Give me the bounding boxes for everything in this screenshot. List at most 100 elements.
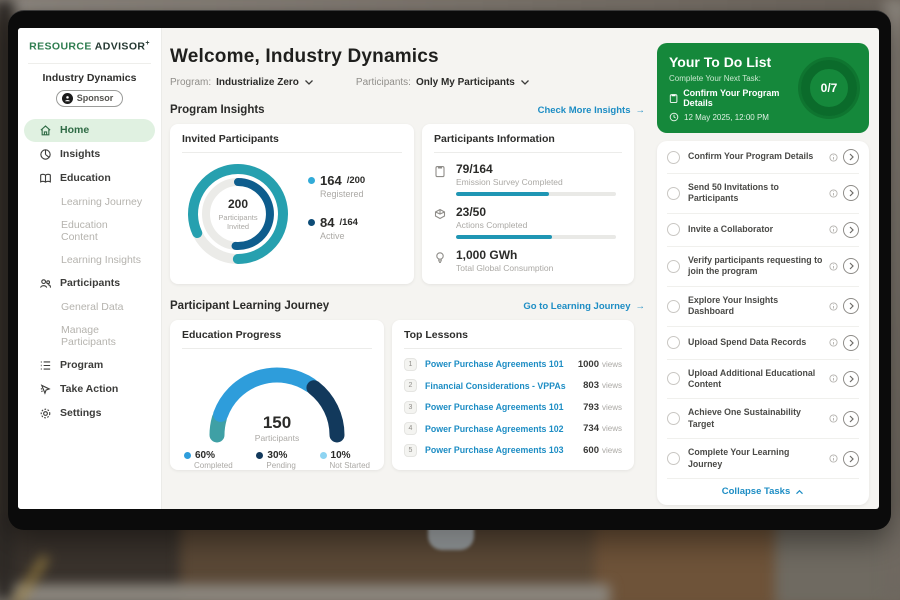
actions-stat-row: 23/50 Actions Completed	[434, 205, 622, 239]
participants-filter-label: Participants:	[356, 77, 411, 88]
task-row-invite-collaborator[interactable]: Invite a Collaborator	[667, 214, 859, 247]
app-logo: RESOURCE ADVISOR+	[18, 40, 161, 53]
lesson-row: 4 Power Purchase Agreements 102 734 view…	[404, 422, 622, 435]
filter-bar: Program: Industrialize Zero Participants…	[170, 77, 645, 88]
sidebar-item-label: Home	[60, 124, 89, 136]
task-checkbox[interactable]	[667, 412, 680, 425]
sidebar-item-home[interactable]: Home	[24, 119, 155, 142]
sidebar-nav: Home Insights Education Learning Journey…	[18, 119, 161, 425]
task-open-button[interactable]	[843, 335, 859, 351]
task-checkbox[interactable]	[667, 260, 680, 273]
go-to-learning-journey-link[interactable]: Go to Learning Journey →	[523, 301, 645, 312]
donut-center-value: 200	[228, 197, 248, 211]
task-row-achieve-sustainability-target[interactable]: Achieve One Sustainability Target	[667, 399, 859, 439]
todo-column: Your To Do List Complete Your Next Task:…	[657, 28, 879, 509]
task-row-complete-learning-journey[interactable]: Complete Your Learning Journey	[667, 439, 859, 479]
participants-information-card: Participants Information 79/164 Emission…	[422, 124, 634, 284]
survey-progress-bar	[456, 192, 616, 196]
task-open-button[interactable]	[843, 298, 859, 314]
task-open-button[interactable]	[843, 371, 859, 387]
task-open-button[interactable]	[843, 222, 859, 238]
task-checkbox[interactable]	[667, 300, 680, 313]
participants-filter-value: Only My Participants	[416, 77, 515, 88]
task-open-button[interactable]	[843, 411, 859, 427]
task-label: Explore Your Insights Dashboard	[688, 295, 825, 318]
sidebar-item-label: Learning Insights	[61, 254, 141, 266]
task-row-confirm-program[interactable]: Confirm Your Program Details	[667, 141, 859, 174]
task-checkbox[interactable]	[667, 372, 680, 385]
sidebar-item-take-action[interactable]: Take Action	[24, 378, 155, 401]
sidebar-item-label: Education	[60, 172, 111, 184]
lesson-link[interactable]: Power Purchase Agreements 103	[425, 445, 583, 455]
org-name: Industry Dynamics	[18, 72, 161, 84]
lesson-link[interactable]: Power Purchase Agreements 101	[425, 359, 578, 369]
legend-total: /164	[339, 217, 358, 228]
sidebar-item-participants[interactable]: Participants	[24, 272, 155, 295]
sidebar-item-program[interactable]: Program	[24, 354, 155, 377]
arrow-right-icon: →	[636, 105, 646, 116]
sidebar-item-settings[interactable]: Settings	[24, 402, 155, 425]
section-title: Participant Learning Journey	[170, 300, 329, 312]
gauge-center-value: 150	[192, 413, 362, 433]
legend-pct: 60%	[195, 450, 215, 461]
lesson-rank: 5	[404, 444, 417, 457]
donut-center-label: Participants Invited	[209, 213, 267, 232]
lesson-link[interactable]: Power Purchase Agreements 101	[425, 402, 583, 412]
task-label: Confirm Your Program Details	[688, 151, 825, 162]
lesson-link[interactable]: Power Purchase Agreements 102	[425, 424, 583, 434]
task-checkbox[interactable]	[667, 223, 680, 236]
education-icon	[39, 172, 52, 185]
task-open-button[interactable]	[843, 149, 859, 165]
check-more-insights-link[interactable]: Check More Insights →	[538, 105, 645, 116]
sidebar-item-education[interactable]: Education	[24, 167, 155, 190]
program-filter-value: Industrialize Zero	[216, 77, 299, 88]
todo-progress-value: 0/7	[821, 81, 838, 95]
program-filter-label: Program:	[170, 77, 211, 88]
lesson-views-label: views	[602, 424, 622, 433]
not-started-dot	[320, 452, 327, 459]
info-icon	[829, 189, 838, 198]
education-progress-card: Education Progress 150 Participants 60% …	[170, 320, 384, 470]
sidebar-item-education-content[interactable]: Education Content	[24, 214, 155, 248]
pending-dot	[256, 452, 263, 459]
lesson-link[interactable]: Financial Considerations - VPPAs	[425, 381, 583, 391]
task-row-upload-spend-data[interactable]: Upload Spend Data Records	[667, 327, 859, 360]
collapse-tasks-link[interactable]: Collapse Tasks	[667, 479, 859, 505]
sidebar-item-learning-journey[interactable]: Learning Journey	[24, 191, 155, 213]
participants-icon	[39, 277, 52, 290]
task-checkbox[interactable]	[667, 187, 680, 200]
completed-dot	[184, 452, 191, 459]
education-legend: 60% Completed 30% Pending 10% Not Starte…	[182, 450, 372, 470]
task-checkbox[interactable]	[667, 336, 680, 349]
sponsor-badge[interactable]: Sponsor	[56, 90, 124, 107]
task-label: Complete Your Learning Journey	[688, 447, 825, 470]
legend-label: Active	[320, 231, 365, 241]
sidebar-item-learning-insights[interactable]: Learning Insights	[24, 249, 155, 271]
program-filter[interactable]: Program: Industrialize Zero	[170, 77, 314, 88]
actions-icon	[434, 205, 448, 239]
gauge-center-label: Participants	[192, 433, 362, 443]
task-row-send-invitations[interactable]: Send 50 Invitations to Participants	[667, 174, 859, 214]
chevron-up-icon	[795, 489, 804, 495]
participants-filter[interactable]: Participants: Only My Participants	[356, 77, 530, 88]
legend-active: 84/164 Active	[308, 215, 365, 241]
task-checkbox[interactable]	[667, 151, 680, 164]
registered-dot	[308, 177, 315, 184]
invited-legend: 164/200 Registered 84/164 Active	[308, 173, 365, 257]
task-open-button[interactable]	[843, 185, 859, 201]
task-open-button[interactable]	[843, 451, 859, 467]
task-checkbox[interactable]	[667, 452, 680, 465]
sidebar-item-general-data[interactable]: General Data	[24, 296, 155, 318]
legend-registered: 164/200 Registered	[308, 173, 365, 199]
sidebar-item-insights[interactable]: Insights	[24, 143, 155, 166]
legend-pending: 30% Pending	[256, 450, 295, 470]
learning-journey-header: Participant Learning Journey Go to Learn…	[170, 300, 645, 312]
task-row-explore-insights[interactable]: Explore Your Insights Dashboard	[667, 287, 859, 327]
task-row-verify-participants[interactable]: Verify participants requesting to join t…	[667, 247, 859, 287]
lesson-row: 5 Power Purchase Agreements 103 600 view…	[404, 444, 622, 457]
task-row-upload-educational-content[interactable]: Upload Additional Educational Content	[667, 360, 859, 400]
sidebar-item-manage-participants[interactable]: Manage Participants	[24, 319, 155, 353]
survey-icon	[434, 162, 448, 196]
task-label: Verify participants requesting to join t…	[688, 255, 825, 278]
task-open-button[interactable]	[843, 258, 859, 274]
